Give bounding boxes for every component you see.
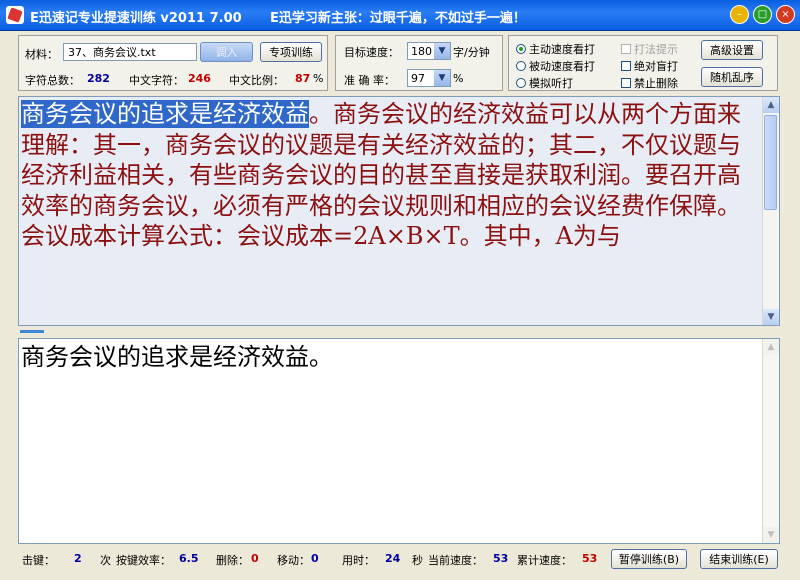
chinese-chars-value: 246 bbox=[188, 72, 211, 85]
key-efficiency-value: 6.5 bbox=[179, 552, 199, 565]
delete-count-value: 0 bbox=[251, 552, 259, 565]
target-speed-unit: 字/分钟 bbox=[453, 46, 490, 59]
radio-icon bbox=[516, 61, 526, 71]
accuracy-value: 97 bbox=[411, 72, 425, 85]
cumulative-speed-value: 53 bbox=[582, 552, 598, 565]
total-chars-label: 字符总数： bbox=[25, 74, 80, 87]
material-file-field[interactable]: 37、商务会议.txt bbox=[63, 43, 197, 61]
source-text-area[interactable]: 商务会议的追求是经济效益。商务会议的经济效益可以从两个方面来理解：其一，商务会议… bbox=[18, 96, 780, 326]
accuracy-select[interactable]: 97 ▼ bbox=[407, 69, 451, 87]
typing-scrollbar[interactable]: ▲ ▼ bbox=[762, 339, 779, 543]
checkbox-blind-typing[interactable]: 绝对盲打 bbox=[621, 58, 678, 74]
keystrokes-value: 2 bbox=[74, 552, 82, 565]
material-panel: 材料： 37、商务会议.txt 调入 专项训练 字符总数： 282 中文字符： … bbox=[18, 35, 328, 91]
current-speed-value: 53 bbox=[493, 552, 509, 565]
percent-sign: % bbox=[313, 72, 324, 85]
chinese-ratio-label: 中文比例： bbox=[229, 74, 284, 87]
keystrokes-unit: 次 bbox=[100, 554, 111, 567]
no-delete-label: 禁止删除 bbox=[634, 77, 678, 90]
keystrokes-label: 击键： bbox=[22, 554, 55, 567]
current-speed-label: 当前速度： bbox=[428, 554, 483, 567]
chinese-chars-label: 中文字符： bbox=[129, 74, 184, 87]
typing-hint-label: 打法提示 bbox=[634, 43, 678, 56]
source-scrollbar[interactable]: ▲ ▼ bbox=[762, 97, 779, 325]
elapsed-time-value: 24 bbox=[385, 552, 401, 565]
title-bar: E迅速记专业提速训练 v2011 7.00 E迅学习新主张：过眼千遍，不如过手一… bbox=[0, 0, 800, 31]
end-training-button[interactable]: 结束训练(E) bbox=[700, 549, 778, 569]
options-panel: 主动速度看打 被动速度看打 模拟听打 打法提示 绝对盲打 禁止删除 高级设置 随… bbox=[508, 35, 778, 91]
pause-training-button[interactable]: 暂停训练(B) bbox=[611, 549, 687, 569]
accuracy-unit: % bbox=[453, 72, 464, 85]
scroll-up-icon[interactable]: ▲ bbox=[763, 339, 779, 355]
blind-typing-label: 绝对盲打 bbox=[634, 60, 678, 73]
advanced-settings-button[interactable]: 高级设置 bbox=[701, 40, 763, 60]
maximize-icon: □ bbox=[757, 9, 768, 20]
checkbox-typing-hint[interactable]: 打法提示 bbox=[621, 41, 678, 57]
move-count-label: 移动： bbox=[277, 554, 310, 567]
scroll-down-icon[interactable]: ▼ bbox=[763, 309, 779, 325]
checkbox-icon bbox=[621, 44, 631, 54]
slogan-text: E迅学习新主张：过眼千遍，不如过手一遍！ bbox=[270, 11, 526, 26]
scroll-thumb[interactable] bbox=[764, 115, 777, 210]
target-speed-select[interactable]: 180 ▼ bbox=[407, 42, 451, 60]
checkbox-no-delete[interactable]: 禁止删除 bbox=[621, 75, 678, 91]
typing-input-area[interactable]: 商务会议的追求是经济效益。 ▲ ▼ bbox=[18, 338, 780, 544]
key-efficiency-label: 按键效率： bbox=[116, 554, 171, 567]
target-panel: 目标速度： 180 ▼ 字/分钟 准 确 率： 97 ▼ % bbox=[335, 35, 503, 91]
cumulative-speed-label: 累计速度： bbox=[517, 554, 572, 567]
checkbox-icon bbox=[621, 61, 631, 71]
chinese-ratio-value: 87 bbox=[295, 72, 311, 85]
maximize-button[interactable]: □ bbox=[753, 5, 772, 24]
target-speed-value: 180 bbox=[411, 45, 432, 58]
chevron-down-icon[interactable]: ▼ bbox=[434, 70, 450, 86]
move-count-value: 0 bbox=[311, 552, 319, 565]
progress-indicator bbox=[20, 330, 44, 333]
scroll-down-icon[interactable]: ▼ bbox=[763, 527, 779, 543]
random-shuffle-button[interactable]: 随机乱序 bbox=[701, 67, 763, 87]
elapsed-time-unit: 秒 bbox=[412, 554, 423, 567]
load-material-button[interactable]: 调入 bbox=[200, 42, 253, 62]
typed-text: 商务会议的追求是经济效益。 bbox=[21, 343, 333, 371]
checkbox-icon bbox=[621, 78, 631, 88]
accuracy-label: 准 确 率： bbox=[344, 74, 395, 87]
material-label: 材料： bbox=[25, 48, 58, 61]
radio-passive-speed[interactable]: 被动速度看打 bbox=[516, 58, 595, 74]
radio-passive-label: 被动速度看打 bbox=[529, 60, 595, 73]
target-speed-label: 目标速度： bbox=[344, 46, 399, 59]
radio-selected-icon bbox=[516, 44, 526, 54]
window-title: E迅速记专业提速训练 v2011 7.00 bbox=[30, 11, 242, 26]
source-highlight: 商务会议的追求是经济效益 bbox=[21, 100, 309, 128]
total-chars-value: 282 bbox=[87, 72, 110, 85]
radio-listen-label: 模拟听打 bbox=[529, 77, 573, 90]
scroll-up-icon[interactable]: ▲ bbox=[763, 97, 779, 113]
close-button[interactable]: × bbox=[776, 5, 795, 24]
minimize-icon: – bbox=[737, 9, 742, 20]
special-training-button[interactable]: 专项训练 bbox=[260, 42, 322, 62]
radio-active-label: 主动速度看打 bbox=[529, 43, 595, 56]
source-text: 商务会议的追求是经济效益。商务会议的经济效益可以从两个方面来理解：其一，商务会议… bbox=[21, 99, 756, 252]
minimize-button[interactable]: – bbox=[730, 5, 749, 24]
delete-count-label: 删除： bbox=[216, 554, 249, 567]
radio-icon bbox=[516, 78, 526, 88]
radio-active-speed[interactable]: 主动速度看打 bbox=[516, 41, 595, 57]
elapsed-time-label: 用时： bbox=[342, 554, 375, 567]
app-logo-icon bbox=[6, 6, 24, 24]
radio-listen[interactable]: 模拟听打 bbox=[516, 75, 573, 91]
chevron-down-icon[interactable]: ▼ bbox=[434, 43, 450, 59]
close-icon: × bbox=[781, 9, 790, 20]
